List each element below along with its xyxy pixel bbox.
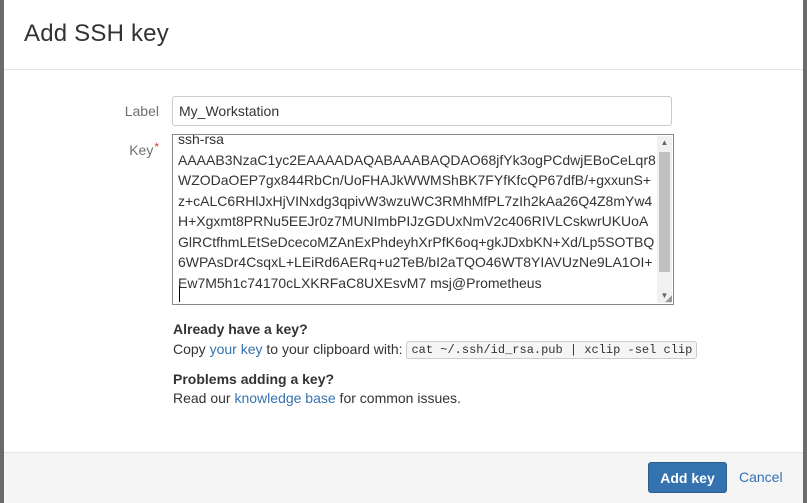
dialog-header: Add SSH key <box>4 0 803 70</box>
add-key-button[interactable]: Add key <box>648 462 727 493</box>
key-label-text: Key <box>129 142 154 158</box>
cancel-link[interactable]: Cancel <box>739 469 783 485</box>
key-field-label: Key* <box>109 140 159 158</box>
scroll-up-arrow-icon[interactable]: ▲ <box>657 136 672 150</box>
scrollbar-thumb[interactable] <box>659 152 670 272</box>
key-textarea-content: ssh-rsa AAAAB3NzaC1yc2EAAAADAQABAAABAQDA… <box>178 134 656 291</box>
copy-key-instructions: Copy your key to your clipboard with: ca… <box>173 341 698 359</box>
read-suffix: for common issues. <box>335 390 461 406</box>
key-textarea[interactable]: ssh-rsa AAAAB3NzaC1yc2EAAAADAQABAAABAQDA… <box>172 134 674 305</box>
copy-prefix: Copy <box>173 341 210 357</box>
read-prefix: Read our <box>173 390 235 406</box>
have-key-title: Already have a key? <box>173 321 308 337</box>
knowledge-base-instructions: Read our knowledge base for common issue… <box>173 390 461 406</box>
text-caret <box>179 286 180 302</box>
problems-title: Problems adding a key? <box>173 371 335 387</box>
key-textarea-scrollbar[interactable]: ▲ ▼ <box>657 136 672 303</box>
your-key-link[interactable]: your key <box>210 341 263 357</box>
dialog-title: Add SSH key <box>24 20 169 47</box>
copy-command: cat ~/.ssh/id_rsa.pub | xclip -sel clip <box>406 341 698 359</box>
add-ssh-key-dialog: Add SSH key Label Key* ssh-rsa AAAAB3Nza… <box>4 0 803 503</box>
resize-grip-icon[interactable]: ◢ <box>662 293 672 303</box>
copy-suffix: to your clipboard with: <box>262 341 407 357</box>
knowledge-base-link[interactable]: knowledge base <box>234 390 335 406</box>
required-marker: * <box>154 140 159 154</box>
dialog-footer: Add key Cancel <box>4 452 803 503</box>
label-input[interactable] <box>172 96 672 126</box>
label-field-label: Label <box>124 103 159 119</box>
